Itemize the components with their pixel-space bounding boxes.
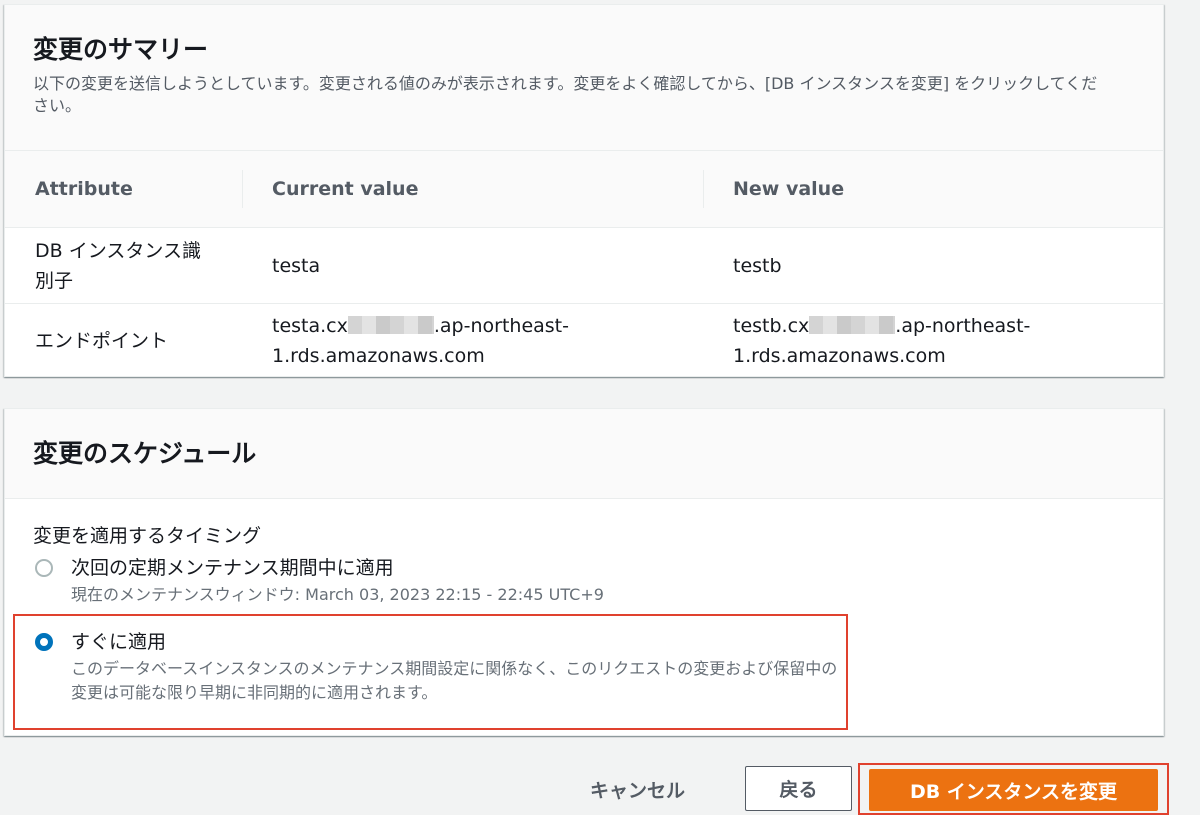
summary-title: 変更のサマリー — [33, 35, 209, 64]
current-endpoint-prefix: testa.cx — [272, 315, 348, 337]
radio-description: 現在のメンテナンスウィンドウ: March 03, 2023 22:15 - 2… — [71, 585, 604, 604]
summary-panel: 変更のサマリー 以下の変更を送信しようとしています。変更される値のみが表示されま… — [4, 4, 1164, 377]
summary-description: 以下の変更を送信しようとしています。変更される値のみが表示されます。変更をよく確… — [33, 74, 1098, 115]
highlight-annotation: DB インスタンスを変更 — [858, 763, 1169, 815]
schedule-body: 変更を適用するタイミング 次回の定期メンテナンス期間中に適用 現在のメンテナンス… — [5, 499, 1163, 705]
redacted-mask — [347, 316, 434, 334]
column-header-new-value: New value — [703, 169, 1163, 209]
redacted-mask — [809, 316, 896, 334]
radio-apply-next-maintenance[interactable]: 次回の定期メンテナンス期間中に適用 現在のメンテナンスウィンドウ: March … — [33, 553, 1135, 607]
cancel-button[interactable]: キャンセル — [586, 770, 689, 809]
table-row: エンドポイント testa.cx .ap-northeast-1.rds.amaz… — [5, 304, 1163, 378]
radio-description: このデータベースインスタンスのメンテナンス期間設定に関係なく、このリクエストの変… — [71, 659, 838, 702]
apply-timing-label: 変更を適用するタイミング — [33, 525, 262, 547]
attribute-cell: エンドポイント — [35, 330, 169, 352]
attribute-cell: DB インスタンス識別子 — [35, 239, 201, 292]
form-actions: キャンセル 戻る DB インスタンスを変更 — [0, 760, 1200, 815]
changes-table: Attribute Current value New value DB インス… — [5, 151, 1163, 378]
table-row: DB インスタンス識別子 testa testb — [5, 228, 1163, 304]
column-header-current-value: Current value — [242, 169, 703, 209]
schedule-title: 変更のスケジュール — [33, 439, 257, 468]
current-value-cell: testa.cx .ap-northeast-1.rds.amazonaws.co… — [242, 311, 703, 371]
radio-apply-immediately[interactable]: すぐに適用 このデータベースインスタンスのメンテナンス期間設定に関係なく、このリ… — [33, 627, 1135, 705]
summary-header: 変更のサマリー 以下の変更を送信しようとしています。変更される値のみが表示されま… — [5, 5, 1163, 151]
new-value-cell: testb.cx .ap-northeast-1.rds.amazonaws.co… — [703, 311, 1163, 371]
new-value-cell: testb — [733, 254, 782, 277]
radio-label: 次回の定期メンテナンス期間中に適用 — [71, 557, 394, 579]
radio-label: すぐに適用 — [71, 631, 167, 653]
back-button[interactable]: 戻る — [745, 766, 852, 811]
radio-button-selected[interactable] — [35, 633, 53, 651]
column-header-attribute: Attribute — [35, 178, 133, 200]
current-value-cell: testa — [272, 254, 321, 277]
radio-button[interactable] — [35, 559, 53, 577]
schedule-panel: 変更のスケジュール 変更を適用するタイミング 次回の定期メンテナンス期間中に適用… — [4, 408, 1164, 736]
schedule-header: 変更のスケジュール — [5, 409, 1163, 499]
modify-db-instance-button[interactable]: DB インスタンスを変更 — [869, 769, 1158, 811]
table-header: Attribute Current value New value — [5, 151, 1163, 228]
new-endpoint-prefix: testb.cx — [733, 315, 810, 337]
